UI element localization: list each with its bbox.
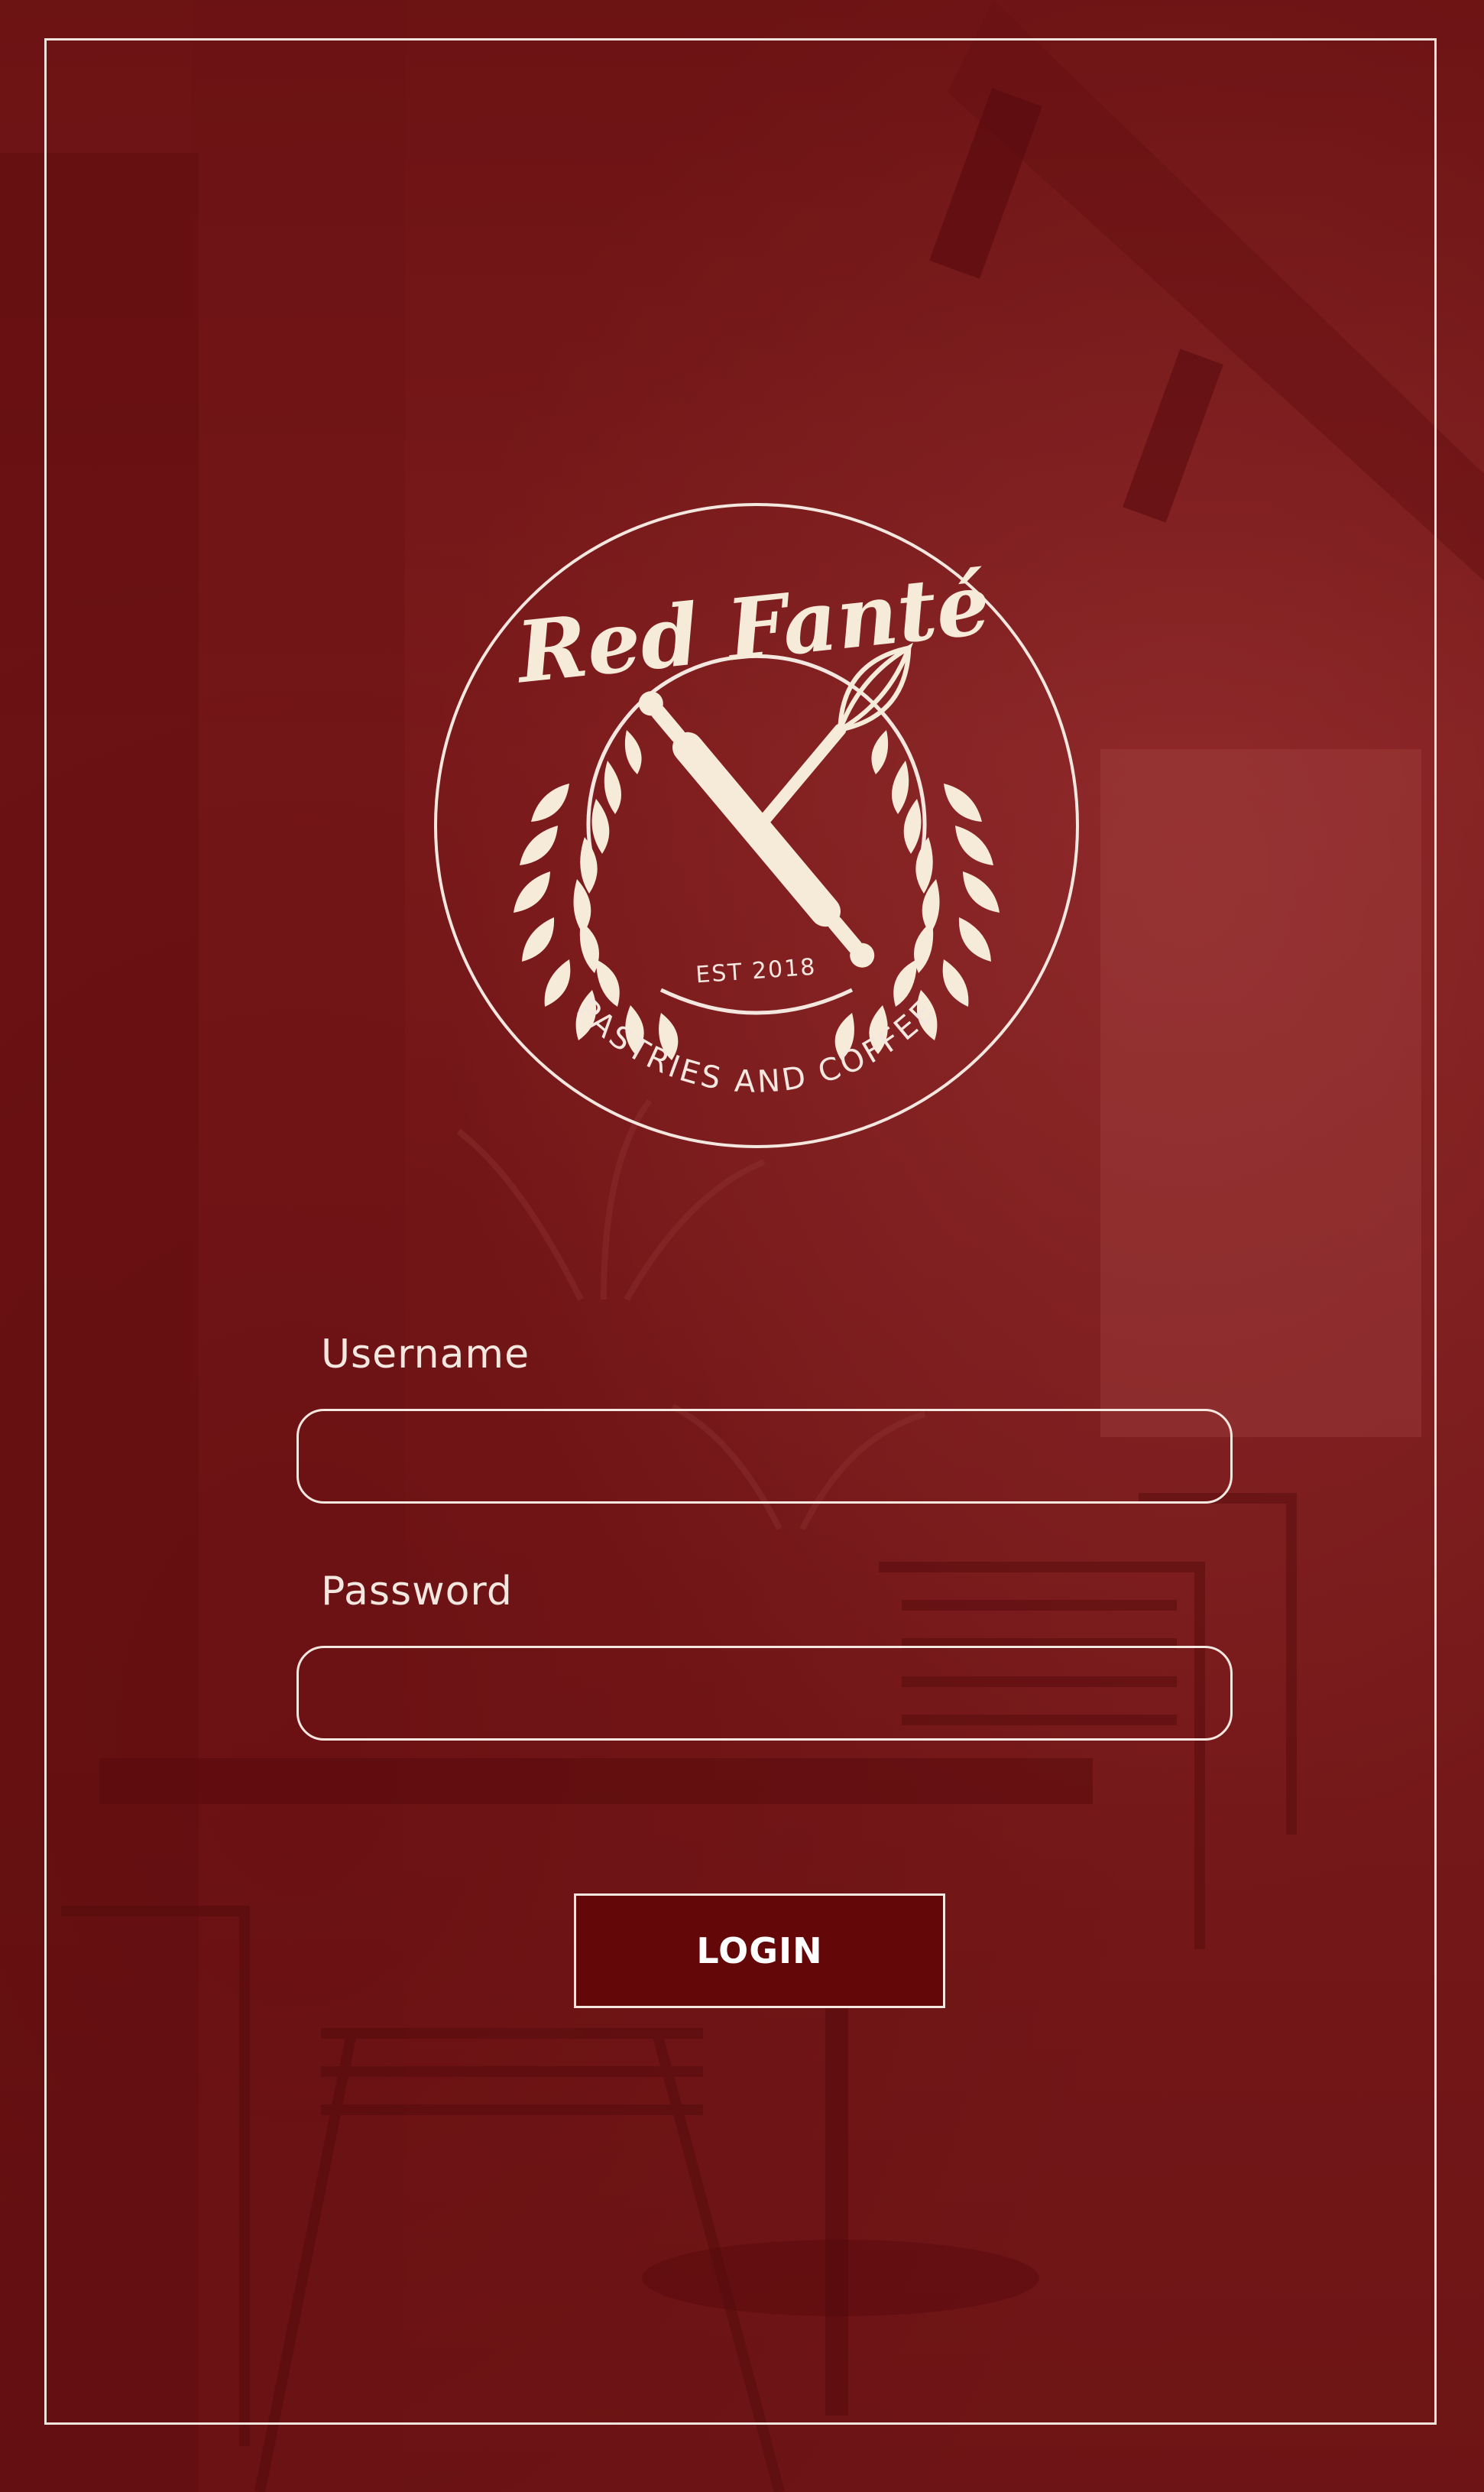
username-label: Username (321, 1332, 530, 1377)
established-text: EST 2018 (695, 954, 817, 989)
svg-text:PASTRIES AND COFFEE: PASTRIES AND COFFEE (569, 992, 944, 1100)
password-input[interactable] (296, 1646, 1233, 1741)
password-label: Password (321, 1569, 513, 1614)
brand-name-text: Red Fanté (510, 554, 995, 702)
username-input[interactable] (296, 1409, 1233, 1504)
tagline-text: PASTRIES AND COFFEE (569, 992, 941, 1100)
border-frame (44, 38, 1437, 2425)
brand-logo: Red Fanté EST 2018 PASTRIES AND COFFEE (432, 501, 1081, 1150)
login-button[interactable]: LOGIN (574, 1893, 945, 2008)
